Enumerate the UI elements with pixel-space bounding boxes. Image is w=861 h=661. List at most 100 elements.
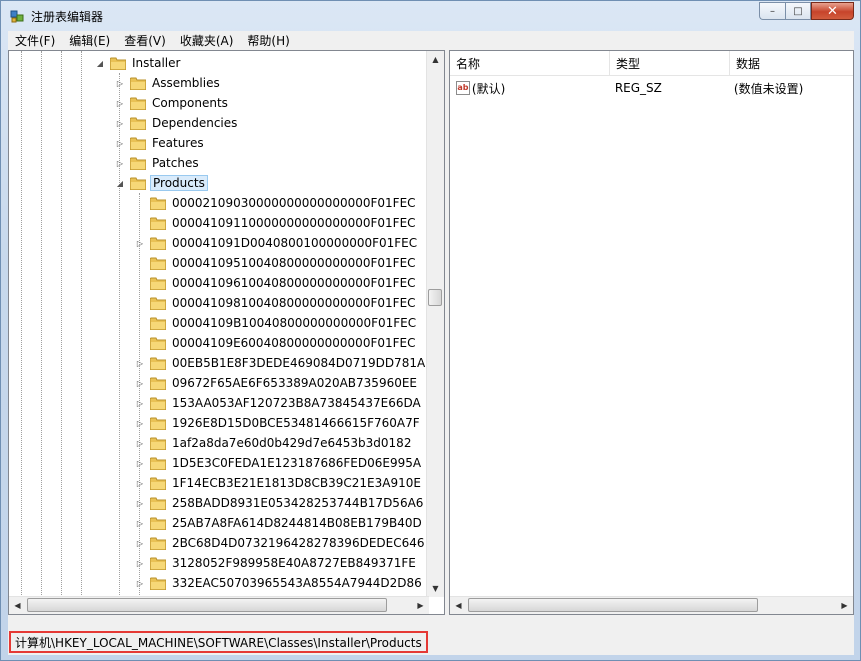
scroll-thumb[interactable] [428,289,442,306]
expand-arrow-icon[interactable] [135,218,145,228]
tree-node-product[interactable]: ▷ 258BADD8931E053428253744B17D56A6 [135,493,425,513]
tree-node-product[interactable]: ▷ 000041091D0040800100000000F01FEC [135,233,419,253]
expand-arrow-icon[interactable] [135,278,145,288]
horizontal-scroll-thumb[interactable] [468,598,758,612]
tree-node-product[interactable]: ▷ 00EB5B1E8F3DEDE469084D0719DD781A [135,353,427,373]
scroll-right-arrow-icon[interactable]: ▶ [836,597,853,614]
expand-arrow-icon[interactable]: ▷ [135,378,145,388]
tree-node-dependencies[interactable]: ▷ Dependencies [115,113,239,133]
client-area: ◢ Installer ▷ Assemblies ▷ Components ▷ Depen… [8,50,854,655]
collapse-arrow-icon[interactable]: ◢ [95,58,105,68]
tree-node-product[interactable]: ▷ 1af2a8da7e60d0b429d7e6453b3d0182 [135,433,413,453]
maximize-button[interactable]: □ [785,2,811,20]
expand-arrow-icon[interactable]: ▷ [135,498,145,508]
expand-arrow-icon[interactable]: ▷ [135,438,145,448]
expand-arrow-icon[interactable]: ▷ [135,358,145,368]
value-list-pane[interactable]: 名称 类型 数据 ab (默认) REG_SZ (数值未设置) ◀ ▶ [449,50,854,615]
minimize-button[interactable]: – [759,2,785,20]
tree-node-label: Patches [152,156,199,170]
folder-icon [150,457,166,470]
expand-arrow-icon[interactable]: ▷ [115,78,125,88]
folder-icon [150,577,166,590]
horizontal-scroll-thumb[interactable] [27,598,387,612]
expand-arrow-icon[interactable] [135,338,145,348]
tree-node-label: 000041091D0040800100000000F01FEC [172,236,418,250]
expand-arrow-icon[interactable]: ▷ [115,158,125,168]
expand-arrow-icon[interactable]: ▷ [115,98,125,108]
tree-node-assemblies[interactable]: ▷ Assemblies [115,73,222,93]
folder-icon [150,357,166,370]
tree-node-product[interactable]: ▷ 1D5E3C0FEDA1E123187686FED06E995A [135,453,423,473]
folder-icon [150,217,166,230]
expand-arrow-icon[interactable] [135,198,145,208]
tree-node-product[interactable]: 00004109B10040800000000000F01FEC [135,313,418,333]
folder-icon [130,137,146,150]
expand-arrow-icon[interactable]: ▷ [135,238,145,248]
tree-node-components[interactable]: ▷ Components [115,93,230,113]
value-row-default[interactable]: ab (默认) REG_SZ (数值未设置) [450,78,853,98]
tree-node-product[interactable]: ▷ 332EAC50703965543A8554A7944D2D86 [135,573,424,593]
tree-node-product[interactable]: ▷ 1926E8D15D0BCE53481466615F760A7F [135,413,422,433]
tree-node-product[interactable]: ▷ 09672F65AE6F653389A020AB735960EE [135,373,419,393]
window-title: 注册表编辑器 [31,10,104,24]
expand-arrow-icon[interactable]: ▷ [135,398,145,408]
tree-node-product[interactable]: 00004109610040800000000000F01FEC [135,273,418,293]
expand-arrow-icon[interactable] [135,298,145,308]
folder-icon [150,337,166,350]
title-bar[interactable]: 注册表编辑器 – □ ✕ [1,1,860,31]
tree-node-installer[interactable]: ◢ Installer [95,53,182,73]
menu-file[interactable]: 文件(F) [8,32,62,49]
tree-node-product[interactable]: ▷ 3128052F989958E40A8727EB849371FE [135,553,418,573]
list-horizontal-scrollbar[interactable]: ◀ ▶ [450,596,853,614]
expand-arrow-icon[interactable]: ▷ [115,138,125,148]
tree-node-product[interactable]: 00002109030000000000000000F01FEC [135,193,418,213]
key-tree-pane[interactable]: ◢ Installer ▷ Assemblies ▷ Components ▷ Depen… [8,50,445,615]
tree-guide-line [21,51,22,597]
tree-horizontal-scrollbar[interactable]: ◀ ▶ [9,596,429,614]
tree-node-label: 00004109810040800000000000F01FEC [172,296,416,310]
tree-node-features[interactable]: ▷ Features [115,133,206,153]
expand-arrow-icon[interactable] [135,258,145,268]
expand-arrow-icon[interactable]: ▷ [135,558,145,568]
menu-edit[interactable]: 编辑(E) [62,32,117,49]
tree-node-label: Components [152,96,228,110]
scroll-left-arrow-icon[interactable]: ◀ [450,597,467,614]
column-header-name[interactable]: 名称 [450,51,610,75]
tree-node-product[interactable]: 00004109110000000000000000F01FEC [135,213,418,233]
expand-arrow-icon[interactable]: ▷ [135,518,145,528]
close-button[interactable]: ✕ [811,2,854,20]
menu-favorites[interactable]: 收藏夹(A) [173,32,241,49]
tree-node-label: 153AA053AF120723B8A73845437E66DA [172,396,421,410]
tree-node-product[interactable]: ▷ 153AA053AF120723B8A73845437E66DA [135,393,423,413]
column-header-data[interactable]: 数据 [730,51,853,75]
expand-arrow-icon[interactable]: ▷ [135,578,145,588]
folder-icon [130,157,146,170]
expand-arrow-icon[interactable]: ▷ [135,458,145,468]
tree-node-product[interactable]: ▷ 1F14ECB3E21E1813D8CB39C21E3A910E [135,473,423,493]
scroll-down-arrow-icon[interactable]: ▼ [427,580,444,597]
tree-vertical-scrollbar[interactable]: ▲ ▼ [426,51,444,597]
tree-node-product[interactable]: ▷ 2BC68D4D0732196428278396DEDEC646 [135,533,427,553]
tree-node-product[interactable]: 00004109510040800000000000F01FEC [135,253,418,273]
tree-node-product[interactable]: ▷ 25AB7A8FA614D8244814B08EB179B40D [135,513,424,533]
expand-arrow-icon[interactable]: ▷ [135,478,145,488]
registry-editor-window: 注册表编辑器 – □ ✕ 文件(F) 编辑(E) 查看(V) 收藏夹(A) 帮助… [0,0,861,661]
menu-view[interactable]: 查看(V) [117,32,173,49]
tree-node-label: 332EAC50703965543A8554A7944D2D86 [172,576,422,590]
menu-help[interactable]: 帮助(H) [240,32,296,49]
tree-node-products[interactable]: ◢ Products [115,173,208,193]
tree-node-patches[interactable]: ▷ Patches [115,153,201,173]
expand-arrow-icon[interactable]: ▷ [115,118,125,128]
tree-node-label: 1F14ECB3E21E1813D8CB39C21E3A910E [172,476,421,490]
expand-arrow-icon[interactable]: ◢ [115,178,125,188]
tree-node-product[interactable]: 00004109E60040800000000000F01FEC [135,333,418,353]
column-header-type[interactable]: 类型 [610,51,730,75]
expand-arrow-icon[interactable] [135,318,145,328]
expand-arrow-icon[interactable]: ▷ [135,538,145,548]
tree-node-product[interactable]: 00004109810040800000000000F01FEC [135,293,418,313]
scroll-right-arrow-icon[interactable]: ▶ [412,597,429,614]
scroll-up-arrow-icon[interactable]: ▲ [427,51,444,68]
scroll-left-arrow-icon[interactable]: ◀ [9,597,26,614]
tree-node-label: Installer [132,56,181,70]
expand-arrow-icon[interactable]: ▷ [135,418,145,428]
